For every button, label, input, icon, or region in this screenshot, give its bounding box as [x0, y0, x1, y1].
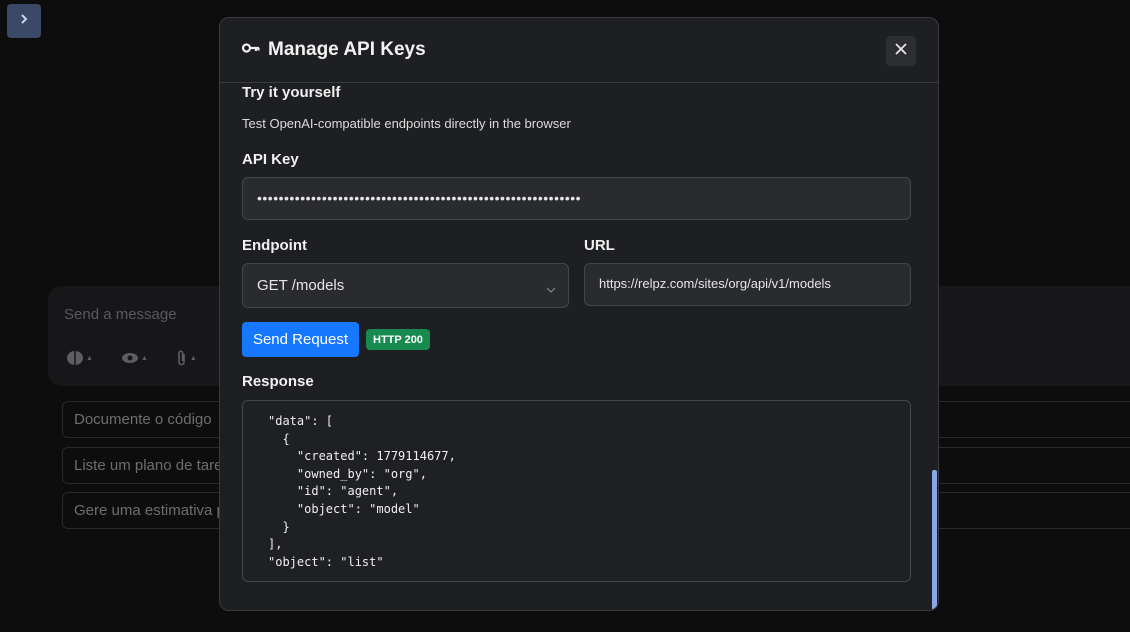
- visibility-button[interactable]: ▲: [121, 352, 148, 364]
- paperclip-icon: [176, 350, 188, 366]
- endpoint-select[interactable]: GET /models: [242, 263, 569, 308]
- status-badge: HTTP 200: [366, 329, 430, 350]
- key-icon: [241, 41, 260, 59]
- section-description: Test OpenAI-compatible endpoints directl…: [242, 116, 571, 131]
- url-label: URL: [584, 237, 615, 254]
- sidebar-toggle-button[interactable]: [7, 4, 41, 38]
- model-selector-button[interactable]: ▲: [66, 350, 93, 366]
- scrollbar-thumb[interactable]: [932, 470, 937, 610]
- response-label: Response: [242, 373, 314, 390]
- close-button[interactable]: [886, 36, 916, 66]
- composer-placeholder: Send a message: [64, 306, 177, 323]
- caret-icon: ▲: [189, 354, 197, 362]
- brain-icon: [66, 350, 84, 366]
- response-output[interactable]: "data": [ { "created": 1779114677, "owne…: [242, 400, 911, 582]
- attach-button[interactable]: ▲: [176, 350, 197, 366]
- eye-icon: [121, 352, 139, 364]
- api-keys-modal: Manage API Keys Try it yourself Test Ope…: [219, 17, 939, 611]
- url-field[interactable]: https://relpz.com/sites/org/api/v1/model…: [584, 263, 911, 306]
- modal-header: Manage API Keys: [220, 18, 938, 83]
- caret-icon: ▲: [140, 354, 148, 362]
- chevron-right-icon: [18, 12, 30, 30]
- close-icon: [895, 42, 907, 60]
- api-key-label: API Key: [242, 151, 299, 168]
- caret-icon: ▲: [86, 354, 93, 362]
- composer-toolbar: ▲ ▲ ▲: [66, 350, 197, 366]
- endpoint-label: Endpoint: [242, 237, 307, 254]
- chevron-down-icon: [546, 280, 556, 297]
- api-key-input[interactable]: ••••••••••••••••••••••••••••••••••••••••…: [242, 177, 911, 220]
- response-code: "data": [ { "created": 1779114677, "owne…: [268, 414, 456, 569]
- endpoint-selected-value: GET /models: [257, 277, 345, 294]
- send-request-button[interactable]: Send Request: [242, 322, 359, 357]
- section-title: Try it yourself: [242, 84, 341, 101]
- modal-title: Manage API Keys: [268, 39, 426, 60]
